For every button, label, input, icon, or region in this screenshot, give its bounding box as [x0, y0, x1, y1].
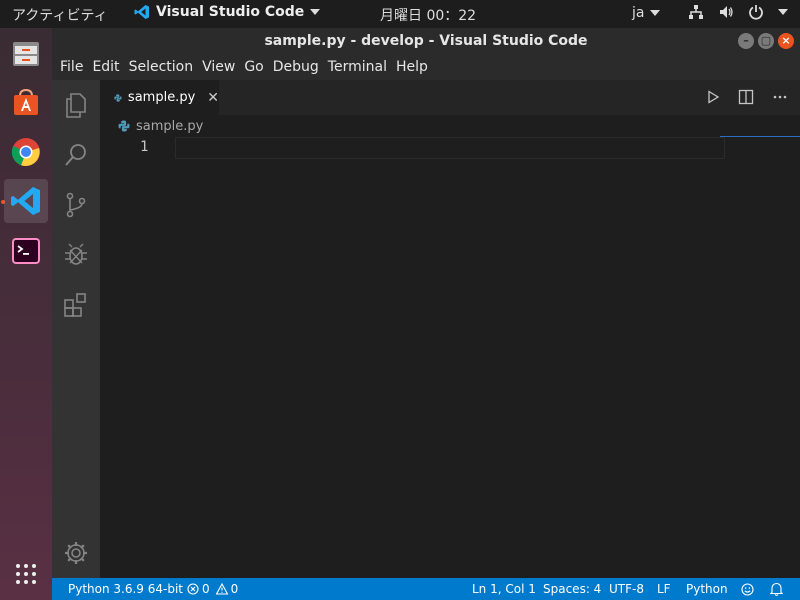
tab-sample-py[interactable]: sample.py ✕ [100, 80, 219, 115]
error-count: 0 [202, 582, 210, 596]
dock-chrome[interactable] [4, 130, 48, 174]
line-number: 1 [140, 139, 149, 155]
source-control-icon[interactable] [62, 191, 90, 219]
minimize-button[interactable]: – [738, 33, 754, 49]
line-gutter: 1 [100, 137, 170, 161]
app-grid-icon [16, 564, 36, 584]
feedback-smiley-icon[interactable] [741, 583, 754, 596]
breadcrumb[interactable]: sample.py [100, 115, 800, 137]
editor-area: sample.py ✕ sample.py 1 [100, 80, 800, 578]
menu-terminal[interactable]: Terminal [324, 59, 391, 75]
editor-actions [706, 89, 788, 105]
python-interpreter[interactable]: Python 3.6.9 64-bit [68, 582, 183, 596]
network-icon [689, 5, 703, 19]
window-controls: – ▢ × [738, 33, 794, 49]
breadcrumb-file: sample.py [136, 118, 204, 134]
menu-edit[interactable]: Edit [88, 59, 123, 75]
power-icon [749, 5, 763, 20]
indentation[interactable]: Spaces: 4 [543, 582, 601, 596]
encoding[interactable]: UTF-8 [609, 582, 644, 596]
warning-count: 0 [230, 582, 239, 596]
terminal-icon [12, 238, 40, 264]
status-bar: Python 3.6.9 64-bit 0 0 Ln 1, Col 1 Spac… [52, 578, 800, 600]
run-icon[interactable] [706, 90, 720, 104]
vscode-window: sample.py - develop - Visual Studio Code… [52, 28, 800, 600]
cursor-position[interactable]: Ln 1, Col 1 [472, 582, 536, 596]
show-applications-button[interactable] [4, 552, 48, 596]
code-editor-line[interactable] [175, 137, 725, 159]
error-icon [187, 583, 199, 595]
dock-software[interactable] [4, 80, 48, 124]
more-actions-icon[interactable] [772, 89, 788, 105]
dock-files[interactable] [4, 32, 48, 76]
search-icon[interactable] [62, 141, 90, 169]
gear-icon[interactable] [62, 539, 90, 567]
software-bag-icon [14, 88, 38, 115]
dock-vscode[interactable] [4, 179, 48, 223]
end-of-line[interactable]: LF [657, 582, 671, 596]
extensions-icon[interactable] [62, 291, 90, 319]
explorer-icon[interactable] [62, 91, 90, 119]
tab-bar: sample.py ✕ [100, 80, 800, 115]
menu-go[interactable]: Go [240, 59, 267, 75]
file-cabinet-icon [13, 42, 39, 66]
app-menu[interactable]: Visual Studio Code [134, 4, 321, 20]
debug-icon[interactable] [62, 241, 90, 269]
chevron-down-icon [778, 9, 788, 15]
vscode-icon [11, 187, 40, 215]
activity-bar [52, 80, 100, 578]
chrome-icon [11, 138, 40, 166]
window-title: sample.py - develop - Visual Studio Code [264, 33, 588, 49]
menu-debug[interactable]: Debug [269, 59, 323, 75]
chevron-down-icon [650, 10, 661, 16]
clock[interactable]: 月曜日 00：22 [380, 5, 476, 25]
language-mode[interactable]: Python [686, 582, 728, 596]
problems-indicator[interactable]: 0 0 [187, 582, 238, 596]
menu-view[interactable]: View [198, 59, 239, 75]
python-file-icon [118, 120, 130, 132]
app-name: Visual Studio Code [156, 4, 305, 20]
input-method-menu[interactable]: ja [632, 5, 661, 21]
vscode-icon [134, 5, 149, 19]
close-icon[interactable]: ✕ [207, 90, 219, 106]
warning-icon [215, 583, 228, 595]
chevron-down-icon [310, 9, 321, 15]
window-titlebar[interactable]: sample.py - develop - Visual Studio Code… [52, 28, 800, 54]
split-editor-icon[interactable] [738, 89, 754, 105]
input-method-label: ja [632, 5, 645, 21]
dock-terminal[interactable] [4, 229, 48, 273]
maximize-button[interactable]: ▢ [758, 33, 774, 49]
menu-selection[interactable]: Selection [125, 59, 198, 75]
close-button[interactable]: × [778, 33, 794, 49]
scrollbar-indicator [720, 136, 800, 137]
menu-file[interactable]: File [56, 59, 87, 75]
system-top-bar: アクティビティ Visual Studio Code 月曜日 00：22 ja [0, 0, 800, 28]
dock [0, 28, 52, 600]
menu-bar: File Edit Selection View Go Debug Termin… [52, 54, 800, 80]
tab-label: sample.py [127, 90, 196, 105]
activities-button[interactable]: アクティビティ [12, 5, 108, 25]
system-tray[interactable] [688, 4, 788, 20]
menu-help[interactable]: Help [392, 59, 432, 75]
python-file-icon [114, 93, 122, 102]
notifications-bell-icon[interactable] [770, 582, 783, 596]
volume-icon [720, 6, 733, 18]
